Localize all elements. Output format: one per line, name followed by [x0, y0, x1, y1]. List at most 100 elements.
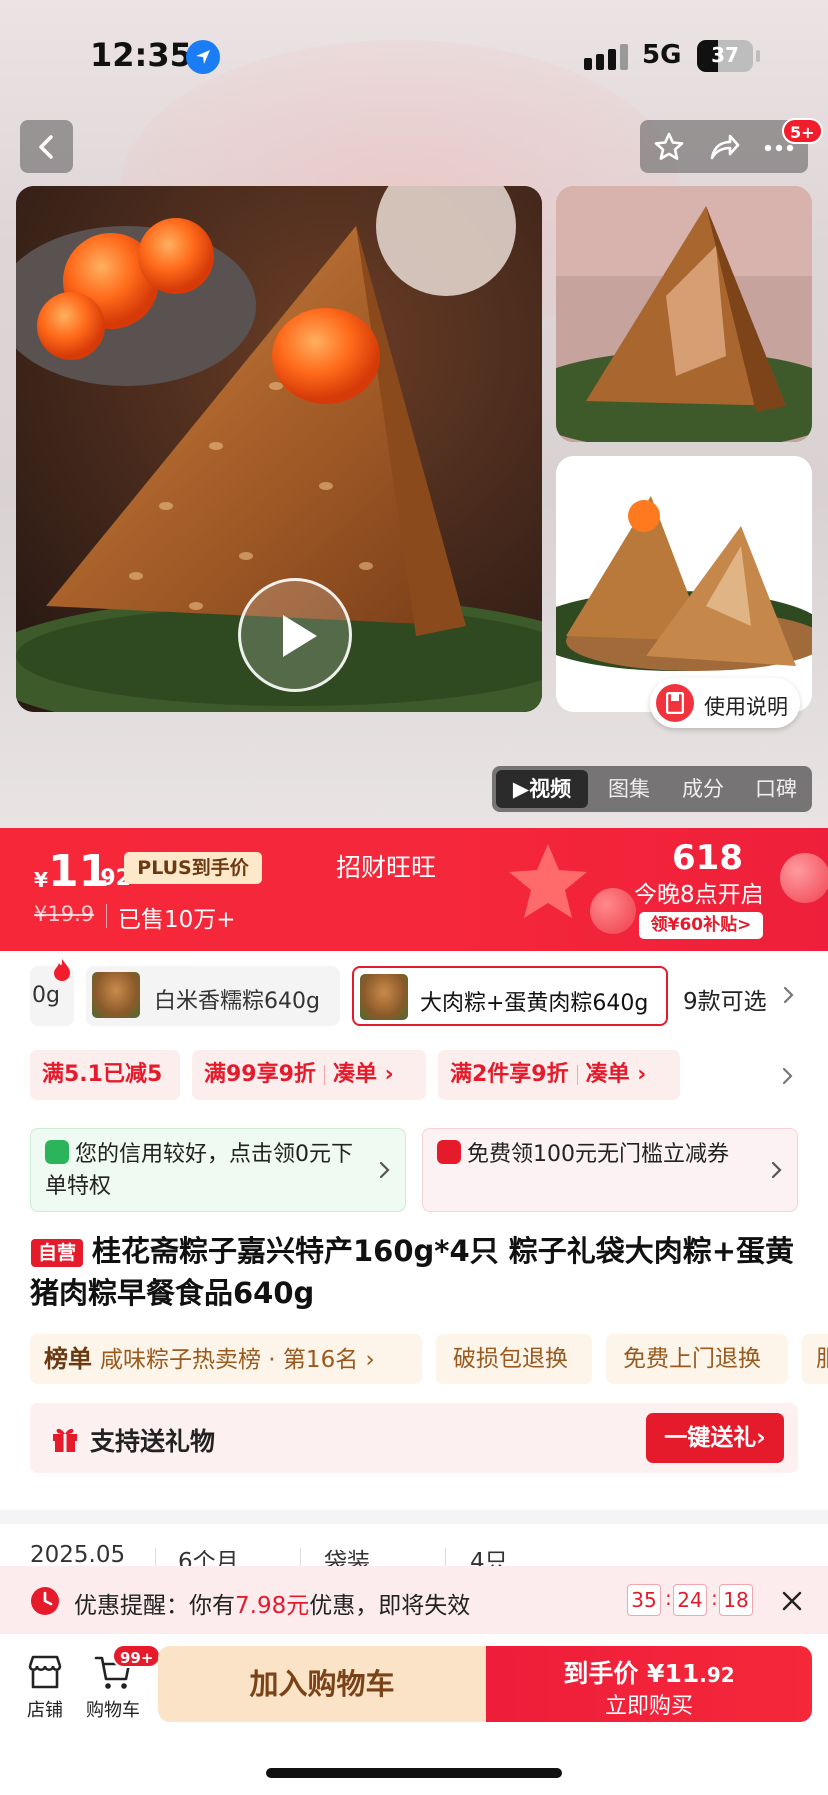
coupon-divider — [576, 1065, 578, 1085]
reminder-prefix: 优惠提醒：你有 — [74, 1593, 235, 1619]
back-button[interactable] — [20, 120, 73, 173]
more-icon[interactable] — [764, 144, 794, 152]
cart-label: 购物车 — [86, 1700, 140, 1721]
balloon-decoration — [780, 853, 828, 903]
coupon-action: 凑单 › — [585, 1062, 647, 1087]
variant-label: 0g — [32, 983, 60, 1008]
store-button[interactable]: 店铺 — [10, 1652, 80, 1742]
timer-colon: : — [711, 1586, 718, 1610]
buy-price-integer: 11 — [664, 1659, 700, 1688]
tag-text: 服 — [816, 1346, 828, 1372]
plus-price-tag[interactable]: PLUS到手价 — [124, 852, 262, 884]
variant-label: 白米香糯粽640g — [154, 989, 320, 1014]
more-variants-link[interactable]: 9款可选 — [683, 982, 767, 1016]
self-operated-badge: 自营 — [31, 1239, 83, 1267]
share-icon[interactable] — [708, 132, 740, 162]
tab-ingredients[interactable]: 成分 — [666, 766, 740, 812]
price-banner: ¥ 11 .92 PLUS到手价 ¥19.9 已售10万+ 招财旺旺 618 今… — [0, 828, 828, 951]
gallery-thumbnail-2[interactable] — [556, 456, 812, 712]
buy-now-button[interactable]: 到手价 ¥11.92 立即购买 — [486, 1646, 812, 1722]
tab-video[interactable]: ▶视频 — [496, 770, 588, 808]
sold-divider — [106, 904, 107, 928]
damage-return-tag[interactable]: 破损包退换 — [436, 1334, 592, 1384]
coupon-action: 凑单 › — [332, 1062, 394, 1087]
coupon-text: 满2件享9折 — [450, 1062, 569, 1087]
timer-seconds: 18 — [719, 1584, 753, 1616]
ranking-label: 榜单 — [44, 1345, 92, 1373]
gift-label: 支持送礼物 — [90, 1427, 216, 1456]
thumbnail-image-2 — [556, 456, 812, 712]
free-pickup-tag[interactable]: 免费上门退换 — [606, 1334, 788, 1384]
event-time: 今晚8点开启 — [634, 882, 764, 908]
spec-production-date: 2025.05 — [30, 1542, 126, 1568]
variant-thumbnail — [92, 972, 140, 1018]
ranking-text: 咸味粽子热卖榜 · 第16名 › — [100, 1347, 375, 1373]
close-icon[interactable] — [781, 1590, 803, 1612]
variant-label: 大肉粽+蛋黄肉粽640g — [420, 991, 649, 1016]
coupon-chip[interactable]: 满99享9折 凑单 › — [192, 1050, 426, 1100]
coupon-benefit-text: 免费领100元无门槛立减券 — [467, 1142, 729, 1167]
chevron-right-icon — [379, 1161, 390, 1179]
play-icon — [283, 615, 317, 657]
gift-bar: 支持送礼物 一键送礼› — [30, 1403, 798, 1473]
cart-count-badge: 99+ — [112, 1644, 162, 1668]
tab-reviews[interactable]: 口碑 — [740, 766, 812, 812]
sold-count: 已售10万+ — [118, 907, 236, 933]
clock-icon — [31, 1587, 59, 1615]
coupon-card-icon — [437, 1140, 461, 1164]
product-title: 桂花斋粽子嘉兴特产160g*4只 粽子礼袋大肉粽+蛋黄猪肉粽早餐食品640g — [30, 1234, 795, 1310]
event-618: 618 — [672, 838, 743, 878]
tag-text: 破损包退换 — [453, 1346, 568, 1372]
media-tabs: ▶视频 图集 成分 口碑 — [492, 766, 812, 812]
ranking-tag[interactable]: 榜单 咸味粽子热卖榜 · 第16名 › — [30, 1334, 422, 1384]
battery-icon: 37 — [697, 40, 753, 72]
manual-icon — [656, 684, 694, 722]
coupon-chip[interactable]: 满5.1已减5 — [30, 1050, 180, 1100]
promo-name: 招财旺旺 — [336, 853, 437, 882]
home-indicator[interactable] — [266, 1768, 562, 1778]
coupon-row: 满5.1已减5 满99享9折 凑单 › 满2件享9折 凑单 › — [0, 1050, 828, 1100]
add-to-cart-button[interactable]: 加入购物车 — [158, 1646, 486, 1722]
chevron-right-icon — [783, 986, 794, 1004]
buy-price-decimal: .92 — [699, 1663, 735, 1687]
play-video-button[interactable] — [238, 578, 352, 692]
coupon-text: 满99享9折 — [204, 1062, 316, 1087]
bottom-action-bar: 店铺 购物车 99+ 加入购物车 到手价 ¥11.92 立即购买 — [0, 1634, 828, 1795]
network-type: 5G — [642, 40, 682, 70]
subsidy-button[interactable]: 领¥60补贴> — [639, 912, 763, 939]
variant-thumbnail — [360, 974, 408, 1020]
variant-selector: 0g 白米香糯粽640g 大肉粽+蛋黄肉粽640g 9款可选 — [0, 958, 828, 1030]
status-time: 12:35 — [90, 36, 192, 74]
buy-price-prefix: 到手价 ¥ — [563, 1659, 665, 1688]
timer-hours: 35 — [627, 1584, 661, 1616]
chevron-right-icon[interactable] — [782, 1067, 794, 1085]
service-tag-partial[interactable]: 服 — [802, 1334, 828, 1384]
send-gift-button[interactable]: 一键送礼› — [646, 1413, 784, 1463]
shield-bag-icon — [45, 1140, 69, 1164]
section-divider — [0, 1510, 828, 1524]
service-tags: 榜单 咸味粽子热卖榜 · 第16名 › 破损包退换 免费上门退换 服 — [0, 1334, 828, 1384]
coupon-benefit-card[interactable]: 免费领100元无门槛立减券 — [422, 1128, 798, 1212]
battery-level: 37 — [711, 43, 739, 67]
battery-tip — [756, 50, 760, 62]
chevron-left-icon — [39, 135, 53, 159]
original-price: ¥19.9 — [34, 902, 95, 926]
status-bar: 12:35 5G 37 — [0, 0, 828, 110]
reminder-amount: 7.98元 — [235, 1593, 310, 1619]
coupon-divider — [323, 1065, 325, 1085]
timer-colon: : — [665, 1586, 672, 1610]
credit-benefit-card[interactable]: 您的信用较好，点击领0元下单特权 — [30, 1128, 406, 1212]
star-icon[interactable] — [653, 131, 685, 163]
variant-option-white-rice[interactable]: 白米香糯粽640g — [86, 966, 340, 1026]
manual-button[interactable]: 使用说明 — [650, 678, 800, 728]
main-product-photo[interactable] — [16, 186, 542, 712]
coupon-chip[interactable]: 满2件享9折 凑单 › — [438, 1050, 680, 1100]
variant-option-selected[interactable]: 大肉粽+蛋黄肉粽640g — [352, 966, 668, 1026]
tab-gallery[interactable]: 图集 — [592, 766, 666, 812]
store-label: 店铺 — [27, 1700, 63, 1721]
currency-symbol: ¥ — [34, 868, 48, 892]
chevron-right-icon — [771, 1161, 782, 1179]
gallery-thumbnail-1[interactable] — [556, 186, 812, 442]
location-arrow-icon — [186, 40, 220, 74]
signal-icon — [584, 44, 628, 70]
